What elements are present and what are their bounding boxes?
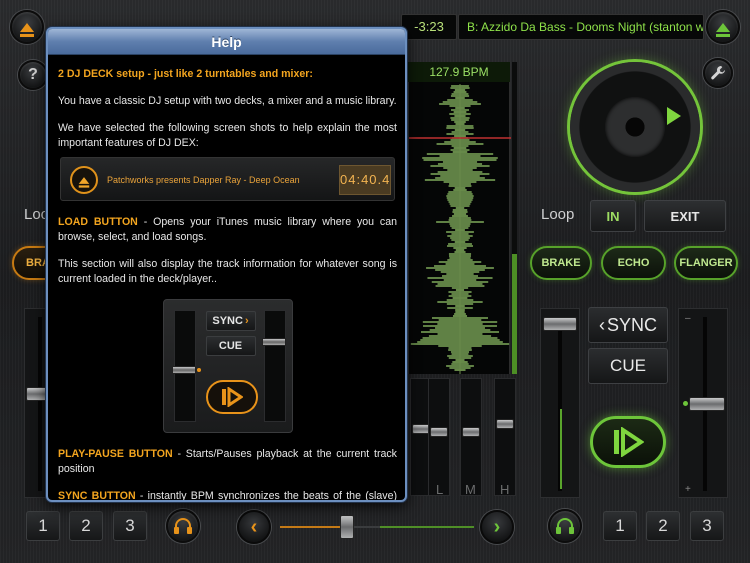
eq-low-knob[interactable] [430, 427, 448, 437]
right-load-button[interactable] [706, 10, 740, 44]
question-icon: ? [28, 66, 38, 83]
right-volume-knob[interactable] [543, 317, 577, 331]
help-content[interactable]: 2 DJ DECK setup - just like 2 turntables… [58, 67, 397, 500]
sync-label: SYNC [606, 314, 657, 335]
right-headphone-cue-button[interactable] [548, 509, 582, 543]
bpm-readout: 127.9 BPM [408, 62, 510, 82]
loop-in-button[interactable]: IN [590, 200, 636, 232]
eject-icon [70, 166, 98, 194]
headphones-icon [556, 518, 574, 534]
left-hotcue-2[interactable]: 2 [69, 511, 103, 541]
eq-high-strip[interactable] [494, 378, 516, 496]
record-label-icon [605, 97, 665, 157]
example-track-time: 04:40.4 [339, 165, 391, 195]
help-paragraph-screens: We have selected the following screen sh… [58, 122, 397, 149]
help-heading: 2 DJ DECK setup - just like 2 turntables… [58, 68, 313, 80]
loop-exit-button[interactable]: EXIT [644, 200, 726, 232]
help-button[interactable]: ? [18, 60, 48, 90]
right-pitch-fader[interactable]: – + [678, 308, 728, 498]
chevron-left-icon: ‹ [598, 314, 605, 335]
chevron-right-icon: › [493, 515, 501, 538]
level-meter [512, 62, 517, 374]
load-button-term: LOAD BUTTON [58, 216, 138, 228]
eject-icon [20, 22, 34, 37]
eq-high-label: H [500, 482, 510, 497]
crossfader-left-button[interactable]: ‹ [237, 510, 271, 544]
right-turntable-platter[interactable] [570, 62, 700, 192]
right-loop-label: Loop [541, 206, 575, 223]
eq-mid-strip[interactable] [460, 378, 482, 496]
headphones-icon [174, 518, 192, 534]
play-button-term: PLAY-PAUSE BUTTON [58, 448, 173, 460]
eq-low-strip[interactable] [428, 378, 450, 496]
play-indicator-icon [667, 107, 681, 125]
cue-button[interactable]: CUE [588, 348, 668, 384]
crossfader-knob[interactable] [340, 515, 354, 539]
example-deck-screenshot: SYNC › CUE [162, 299, 293, 433]
eq-mid-label: M [465, 482, 476, 497]
chevron-right-icon: › [244, 314, 249, 327]
play-pause-icon [614, 427, 644, 457]
example-load-bar-screenshot: Patchworks presents Dapper Ray - Deep Oc… [60, 157, 395, 201]
example-track-title: Patchworks presents Dapper Ray - Deep Oc… [107, 175, 300, 185]
left-hotcue-1[interactable]: 1 [26, 511, 60, 541]
waveform-display[interactable] [408, 62, 511, 374]
right-hotcue-2[interactable]: 2 [646, 511, 680, 541]
help-dialog-title: Help [48, 29, 405, 55]
help-play-description: PLAY-PAUSE BUTTON - Starts/Pauses playba… [58, 447, 397, 477]
eq-mid-knob[interactable] [462, 427, 480, 437]
left-headphone-cue-button[interactable] [166, 509, 200, 543]
eq-high-knob[interactable] [496, 419, 514, 429]
echo-effect-button[interactable]: ECHO [601, 246, 666, 280]
right-deck-time-remaining: -3:23 [401, 14, 457, 40]
help-dialog[interactable]: Help 2 DJ DECK setup - just like 2 turnt… [46, 27, 407, 502]
left-hotcue-3[interactable]: 3 [113, 511, 147, 541]
chevron-left-icon: ‹ [250, 515, 258, 538]
sync-button[interactable]: ‹ SYNC [588, 307, 668, 343]
brake-effect-button[interactable]: BRAKE [530, 246, 592, 280]
help-paragraph-intro: You have a classic DJ setup with two dec… [58, 95, 397, 107]
flanger-effect-button[interactable]: FLANGER [674, 246, 738, 280]
crossfader[interactable] [280, 515, 474, 539]
right-deck-track-title: B: Azzido Da Bass - Dooms Night (stanton… [458, 14, 704, 40]
waveform-graphic [409, 84, 511, 374]
help-sync-description: SYNC BUTTON - instantly BPM synchronizes… [58, 489, 397, 502]
right-hotcue-3[interactable]: 3 [690, 511, 724, 541]
example-cue-label: CUE [205, 336, 256, 356]
settings-button[interactable] [703, 58, 733, 88]
left-load-button[interactable] [10, 10, 44, 44]
eject-icon [716, 22, 730, 37]
example-play-icon [205, 380, 258, 414]
eq-low-label: L [436, 482, 444, 497]
help-load-description: LOAD BUTTON - Opens your iTunes music li… [58, 215, 397, 245]
right-volume-fader[interactable] [540, 308, 580, 498]
right-hotcue-1[interactable]: 1 [603, 511, 637, 541]
right-pitch-knob[interactable] [689, 397, 725, 411]
play-pause-button[interactable] [590, 416, 666, 468]
sync-button-term: SYNC BUTTON [58, 490, 136, 502]
help-paragraph-track-info: This section will also display the track… [58, 258, 397, 285]
example-sync-label: SYNC [212, 314, 243, 327]
wrench-icon [711, 65, 725, 80]
crossfader-right-button[interactable]: › [480, 510, 514, 544]
